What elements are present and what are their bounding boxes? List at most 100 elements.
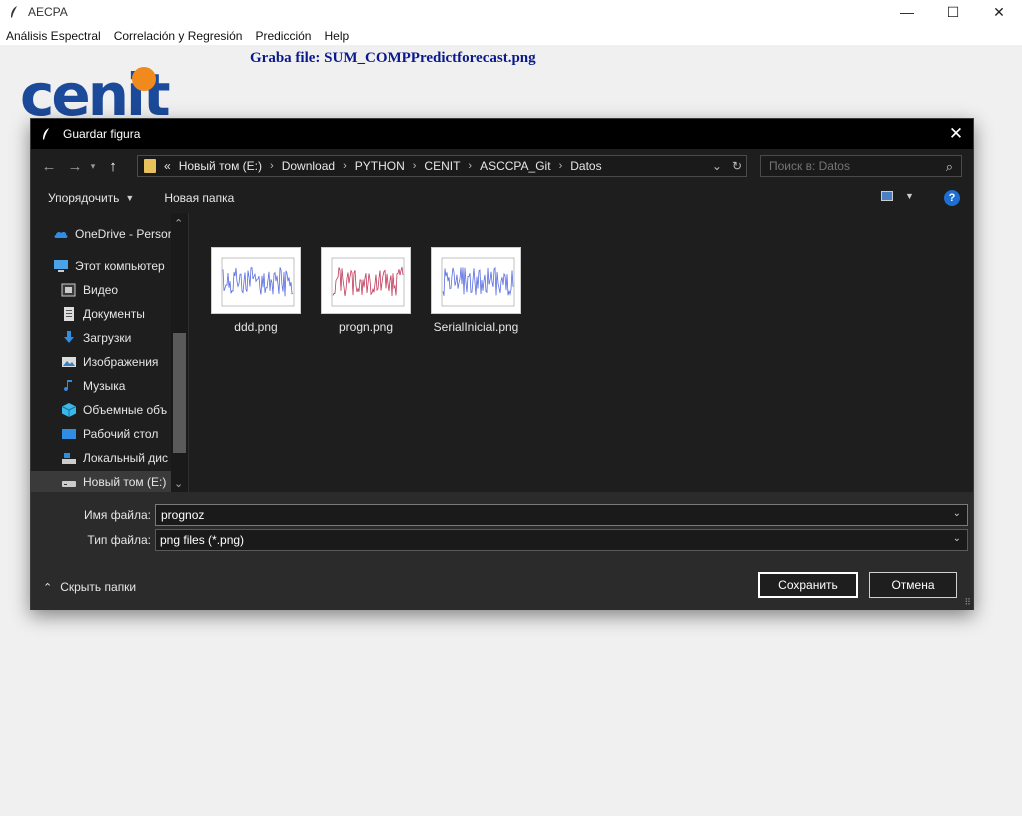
file-thumbnail	[321, 247, 411, 314]
filetype-select[interactable]: png files (*.png) ⌄	[155, 529, 968, 551]
hide-folders-label: Скрыть папки	[60, 580, 137, 594]
breadcrumb-separator-icon[interactable]: ›	[270, 160, 274, 172]
filename-label: Имя файла:	[84, 508, 151, 522]
breadcrumb-asccpa-git[interactable]: ASCCPA_Git	[480, 159, 550, 173]
music-icon	[64, 380, 72, 392]
chart-thumbnail	[221, 257, 295, 307]
nav-item-label: OneDrive - Persor	[75, 227, 171, 241]
nav-item-local-disk[interactable]: Локальный дис	[31, 447, 171, 469]
file-item-ddd[interactable]: ddd.png	[206, 247, 306, 334]
help-icon[interactable]: ?	[944, 190, 960, 206]
forward-arrow-icon[interactable]: →	[64, 155, 86, 177]
folder-icon	[144, 159, 156, 173]
scroll-thumb[interactable]	[173, 333, 186, 453]
file-name: progn.png	[338, 320, 394, 334]
nav-item-label: Изображения	[83, 355, 159, 369]
minimize-button[interactable]: —	[884, 0, 930, 24]
nav-item-video[interactable]: Видео	[31, 279, 171, 301]
file-list: ddd.png progn.png SerialInicial.png	[189, 213, 973, 492]
view-icon	[881, 191, 893, 201]
nav-item-label: Рабочий стол	[83, 427, 159, 441]
address-bar[interactable]: « Новый том (E:) › Download › PYTHON › C…	[137, 155, 747, 177]
menu-prediccion[interactable]: Predicción	[249, 29, 318, 43]
app-titlebar: AECPA — ☐ ✕	[0, 0, 1022, 24]
breadcrumb-datos[interactable]: Datos	[570, 159, 601, 173]
organize-label: Упорядочить	[48, 191, 120, 205]
menu-help[interactable]: Help	[318, 29, 356, 43]
new-folder-button[interactable]: Новая папка	[164, 191, 234, 205]
menu-correlacion-regresion[interactable]: Correlación y Regresión	[108, 29, 250, 43]
breadcrumb-cenit[interactable]: CENIT	[424, 159, 460, 173]
local-disk-icon	[62, 453, 76, 464]
nav-item-pictures[interactable]: Изображения	[31, 351, 171, 373]
breadcrumb-python[interactable]: PYTHON	[355, 159, 405, 173]
filename-input[interactable]	[161, 508, 921, 522]
address-actions: ⌄ ↻	[702, 156, 742, 176]
breadcrumb-separator-icon[interactable]: ›	[413, 160, 417, 172]
dialog-toolbar: Упорядочить ▼ Новая папка ▼ ?	[31, 183, 973, 213]
nav-item-3d-objects[interactable]: Объемные объ	[31, 399, 171, 421]
feather-icon	[41, 127, 53, 141]
file-item-serialinicial[interactable]: SerialInicial.png	[426, 247, 526, 334]
nav-item-downloads[interactable]: Загрузки	[31, 327, 171, 349]
nav-item-documents[interactable]: Документы	[31, 303, 171, 325]
dialog-close-button[interactable]: ✕	[945, 123, 967, 145]
filename-field[interactable]: ⌄	[155, 504, 968, 526]
breadcrumb-separator-icon[interactable]: ›	[559, 160, 563, 172]
navigation-pane: OneDrive - Persor Этот компьютер Видео Д…	[31, 213, 188, 492]
search-icon[interactable]: ⌕	[946, 159, 953, 175]
nav-item-new-volume[interactable]: Новый том (E:)	[31, 471, 171, 492]
menu-analisis-espectral[interactable]: Análisis Espectral	[0, 29, 108, 43]
computer-icon	[54, 260, 68, 272]
nav-item-onedrive[interactable]: OneDrive - Persor	[31, 223, 171, 245]
breadcrumb-download[interactable]: Download	[282, 159, 335, 173]
back-arrow-icon[interactable]: ←	[38, 155, 60, 177]
chevron-down-icon[interactable]: ⌄	[953, 533, 961, 544]
3d-objects-icon	[61, 403, 77, 417]
nav-item-label: Музыка	[83, 379, 126, 393]
resize-grip-icon[interactable]: ⠿	[964, 597, 971, 608]
scroll-up-icon[interactable]: ⌃	[174, 217, 183, 230]
address-dropdown-chevron-icon[interactable]: ⌄	[712, 159, 722, 173]
breadcrumb-separator-icon[interactable]: ›	[468, 160, 472, 172]
file-name: SerialInicial.png	[433, 320, 519, 334]
file-name: ddd.png	[234, 320, 278, 334]
breadcrumb-drive[interactable]: Новый том (E:)	[179, 159, 262, 173]
nav-scrollbar[interactable]: ⌃ ⌄	[171, 213, 188, 492]
breadcrumb-separator-icon[interactable]: ›	[343, 160, 347, 172]
downloads-icon	[64, 331, 74, 343]
refresh-icon[interactable]: ↻	[732, 159, 742, 173]
feather-icon	[6, 4, 22, 20]
maximize-button[interactable]: ☐	[930, 0, 976, 24]
chart-thumbnail	[441, 257, 515, 307]
menubar: Análisis Espectral Correlación y Regresi…	[0, 27, 1022, 45]
cancel-button[interactable]: Отмена	[869, 572, 957, 598]
nav-item-label: Локальный дис	[83, 451, 168, 465]
desktop-icon	[62, 429, 76, 439]
nav-item-desktop[interactable]: Рабочий стол	[31, 423, 171, 445]
dialog-titlebar: Guardar figura ✕	[31, 119, 973, 149]
organize-button[interactable]: Упорядочить ▼	[48, 191, 134, 205]
save-button[interactable]: Сохранить	[758, 572, 858, 598]
save-file-label: Graba file: SUM_COMPPredictforecast.png	[250, 50, 536, 66]
up-arrow-icon[interactable]: ↑	[102, 155, 124, 177]
chevron-down-icon[interactable]: ⌄	[953, 508, 961, 519]
file-item-progn[interactable]: progn.png	[316, 247, 416, 334]
nav-item-music[interactable]: Музыка	[31, 375, 171, 397]
file-thumbnail	[211, 247, 301, 314]
search-box[interactable]: ⌕	[760, 155, 962, 177]
caret-down-icon: ▼	[125, 193, 135, 203]
search-input[interactable]	[769, 159, 929, 173]
view-options-button[interactable]: ▼	[881, 191, 914, 201]
close-button[interactable]: ✕	[976, 0, 1022, 24]
file-thumbnail	[431, 247, 521, 314]
address-overflow[interactable]: «	[164, 159, 171, 173]
onedrive-icon	[54, 231, 68, 238]
video-icon	[61, 283, 76, 297]
nav-item-label: Документы	[83, 307, 145, 321]
recent-locations-chevron-icon[interactable]: ▾	[86, 155, 100, 177]
cenit-logo: cenit	[18, 61, 178, 129]
scroll-down-icon[interactable]: ⌄	[174, 477, 183, 490]
hide-folders-button[interactable]: ⌃ Скрыть папки	[43, 580, 136, 594]
nav-item-this-pc[interactable]: Этот компьютер	[31, 255, 171, 277]
